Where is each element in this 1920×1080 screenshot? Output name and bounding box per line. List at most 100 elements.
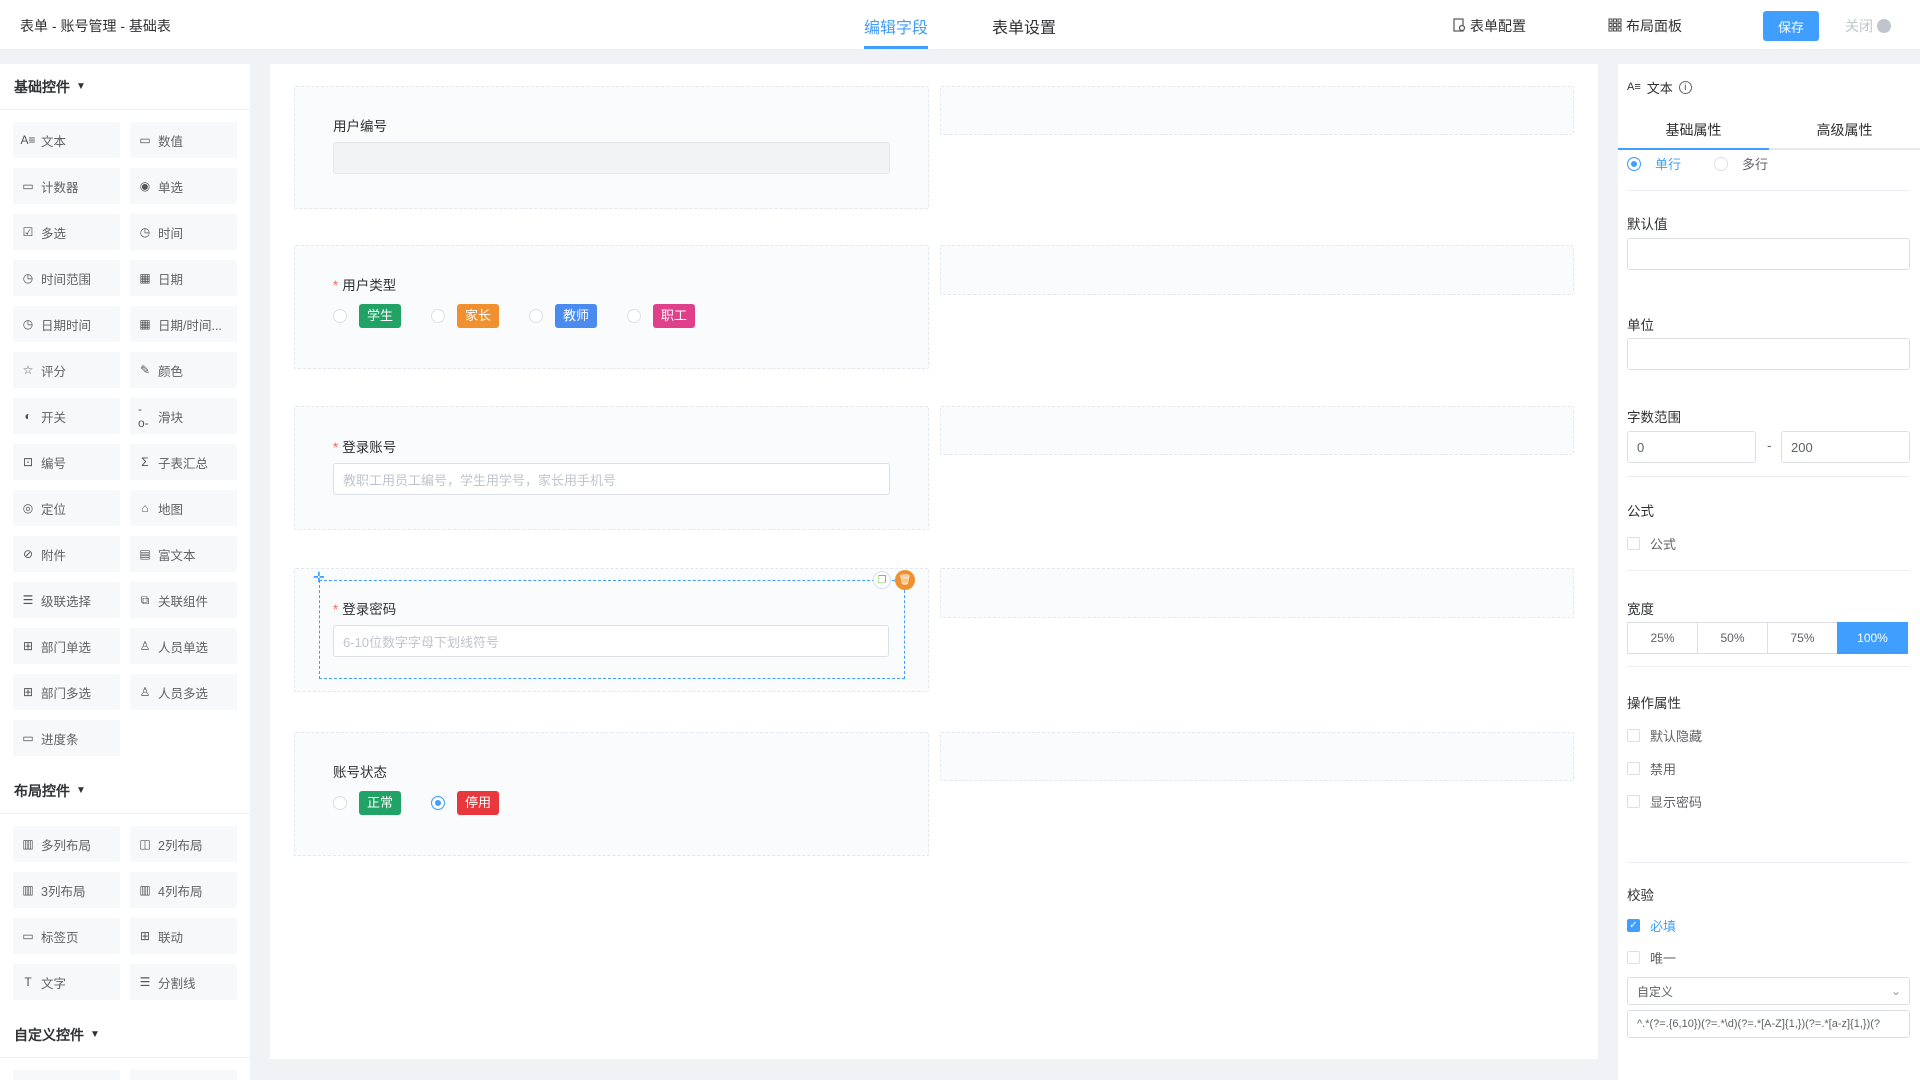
radio-option[interactable]: 正常 bbox=[333, 791, 431, 815]
width-option[interactable]: 50% bbox=[1697, 622, 1768, 654]
widget-item[interactable]: ▦ 日期 bbox=[130, 260, 237, 296]
close-button[interactable]: 关闭 bbox=[1845, 16, 1891, 36]
operation-checkbox[interactable]: 显示密码 bbox=[1627, 792, 1702, 811]
layout-panel-button[interactable]: 布局面板 bbox=[1608, 16, 1682, 36]
width-option[interactable]: 25% bbox=[1627, 622, 1698, 654]
login-password-input[interactable]: 6-10位数字字母下划线符号 bbox=[333, 625, 889, 657]
caret-down-icon: ▼ bbox=[76, 81, 86, 92]
tab-advanced-properties[interactable]: 高级属性 bbox=[1769, 110, 1920, 148]
widget-item[interactable]: ♙ 人员多选 bbox=[130, 674, 237, 710]
operation-checkbox[interactable]: 默认隐藏 bbox=[1627, 726, 1702, 745]
widget-item[interactable]: ⧉ 关联组件 bbox=[130, 582, 237, 618]
widget-item[interactable]: ⌂ 地图 bbox=[130, 490, 237, 526]
radio-option[interactable]: 教师 bbox=[529, 304, 627, 328]
widget-item[interactable]: ▭ 标签页 bbox=[13, 918, 120, 954]
basic-widgets-header[interactable]: 基础控件 ▼ bbox=[0, 64, 250, 110]
field-type-label: 文本 bbox=[1646, 80, 1673, 96]
formula-checkbox[interactable]: 公式 bbox=[1627, 534, 1676, 553]
widget-item[interactable]: ⊞ 部门多选 bbox=[13, 674, 120, 710]
default-value-input[interactable] bbox=[1627, 238, 1910, 270]
widget-item[interactable]: ▥ 多列布局 bbox=[13, 826, 120, 862]
widget-item[interactable]: ⊡ 编号 bbox=[13, 444, 120, 480]
form-config-button[interactable]: 表单配置 bbox=[1452, 16, 1526, 36]
widget-item[interactable]: ◐ 开关 bbox=[13, 398, 120, 434]
widget-item[interactable]: ▥ 4列布局 bbox=[130, 872, 237, 908]
widget-item[interactable]: ✎ 颜色 bbox=[130, 352, 237, 388]
format-select[interactable]: 自定义 ⌄ bbox=[1627, 977, 1910, 1005]
widget-item[interactable]: ◷ 日期时间 bbox=[13, 306, 120, 342]
widget-item[interactable]: ⌄海关用途 bbox=[13, 1070, 120, 1080]
user-no-input[interactable] bbox=[333, 142, 890, 174]
validation-checkbox[interactable]: 唯一 bbox=[1627, 948, 1676, 967]
widget-item[interactable]: A≡ 文本 bbox=[13, 122, 120, 158]
move-handle-icon[interactable]: ✛ bbox=[313, 569, 325, 586]
field-card-user-type[interactable]: * 用户类型 学生 家长 教师 职工 bbox=[294, 245, 929, 369]
field-card-user-no[interactable]: 用户编号 bbox=[294, 86, 929, 209]
field-card-account-status[interactable]: 账号状态 正常 停用 bbox=[294, 732, 929, 856]
validation-checkbox[interactable]: ✓ 必填 bbox=[1627, 916, 1676, 935]
widget-item[interactable]: T 文字 bbox=[13, 964, 120, 1000]
empty-column-slot[interactable] bbox=[940, 86, 1574, 135]
widget-item[interactable]: ◫ 2列布局 bbox=[130, 826, 237, 862]
width-option[interactable]: 75% bbox=[1767, 622, 1838, 654]
widget-item[interactable]: ☰ 分割线 bbox=[130, 964, 237, 1000]
delete-icon[interactable]: 🗑 bbox=[895, 570, 915, 590]
widget-item[interactable]: -o- 滑块 bbox=[130, 398, 237, 434]
field-card-login-account[interactable]: * 登录账号 教职工用员工编号，学生用学号，家长用手机号 bbox=[294, 406, 929, 530]
widget-item[interactable]: ⌄货物属性 bbox=[130, 1070, 237, 1080]
login-account-input[interactable]: 教职工用员工编号，学生用学号，家长用手机号 bbox=[333, 463, 890, 495]
empty-column-slot[interactable] bbox=[940, 245, 1574, 295]
widget-item[interactable]: ▦ 日期/时间... bbox=[130, 306, 237, 342]
field-card-login-password[interactable]: ✛ ❐ 🗑 * 登录密码 6-10位数字字母下划线符号 bbox=[294, 568, 929, 692]
copy-icon[interactable]: ❐ bbox=[873, 571, 891, 589]
radio-option[interactable]: 学生 bbox=[333, 304, 431, 328]
radio-icon bbox=[333, 309, 347, 323]
radio-option[interactable]: 停用 bbox=[431, 791, 529, 815]
widget-item[interactable]: ◷ 时间范围 bbox=[13, 260, 120, 296]
empty-column-slot[interactable] bbox=[940, 406, 1574, 455]
widget-item[interactable]: ⊞ 部门单选 bbox=[13, 628, 120, 664]
single-line-radio[interactable]: 单行 bbox=[1627, 154, 1681, 173]
widget-item[interactable]: ▭ 进度条 bbox=[13, 720, 120, 756]
widget-item[interactable]: ☰ 级联选择 bbox=[13, 582, 120, 618]
tab-form-settings[interactable]: 表单设置 bbox=[992, 14, 1056, 38]
width-option[interactable]: 100% bbox=[1837, 622, 1908, 654]
format-select-value: 自定义 bbox=[1637, 984, 1674, 999]
widget-item[interactable]: Σ 子表汇总 bbox=[130, 444, 237, 480]
widget-item[interactable]: ⊘ 附件 bbox=[13, 536, 120, 572]
unit-input[interactable] bbox=[1627, 338, 1910, 370]
operation-checkbox[interactable]: 禁用 bbox=[1627, 759, 1676, 778]
empty-column-slot[interactable] bbox=[940, 568, 1574, 618]
widget-item[interactable]: ▭ 数值 bbox=[130, 122, 237, 158]
char-max-input[interactable]: 200 bbox=[1781, 431, 1910, 463]
required-mark: * bbox=[333, 278, 339, 293]
widget-item[interactable]: ▤ 富文本 bbox=[130, 536, 237, 572]
regex-input[interactable]: ^.*(?=.{6,10})(?=.*\d)(?=.*[A-Z]{1,})(?=… bbox=[1627, 1010, 1910, 1038]
widget-item[interactable]: ⊞ 联动 bbox=[130, 918, 237, 954]
radio-option[interactable]: 家长 bbox=[431, 304, 529, 328]
widget-item[interactable]: ☆ 评分 bbox=[13, 352, 120, 388]
char-min-input[interactable]: 0 bbox=[1627, 431, 1756, 463]
custom-widgets-header[interactable]: 自定义控件 ▼ bbox=[0, 1012, 250, 1058]
widget-item[interactable]: ▭ 计数器 bbox=[13, 168, 120, 204]
field-label-text: 用户编号 bbox=[333, 119, 387, 134]
save-button[interactable]: 保存 bbox=[1763, 11, 1819, 41]
empty-column-slot[interactable] bbox=[940, 732, 1574, 781]
custom-widgets-title: 自定义控件 bbox=[14, 1026, 84, 1043]
tab-edit-fields[interactable]: 编辑字段 bbox=[864, 14, 928, 38]
widget-item[interactable]: ♙ 人员单选 bbox=[130, 628, 237, 664]
radio-option[interactable]: 职工 bbox=[627, 304, 725, 328]
tab-basic-properties[interactable]: 基础属性 bbox=[1618, 110, 1769, 148]
widget-item[interactable]: ☑ 多选 bbox=[13, 214, 120, 250]
widget-item[interactable]: ◎ 定位 bbox=[13, 490, 120, 526]
multi-line-radio[interactable]: 多行 bbox=[1714, 154, 1768, 173]
widget-item-label: 部门单选 bbox=[41, 640, 92, 655]
widget-item[interactable]: ◉ 单选 bbox=[130, 168, 237, 204]
option-tag: 教师 bbox=[555, 304, 598, 328]
columns-icon: ▥ bbox=[22, 883, 34, 897]
info-icon[interactable]: i bbox=[1678, 80, 1692, 94]
radio-icon: ◉ bbox=[139, 179, 151, 193]
layout-widgets-header[interactable]: 布局控件 ▼ bbox=[0, 768, 250, 814]
widget-item[interactable]: ◷ 时间 bbox=[130, 214, 237, 250]
widget-item[interactable]: ▥ 3列布局 bbox=[13, 872, 120, 908]
